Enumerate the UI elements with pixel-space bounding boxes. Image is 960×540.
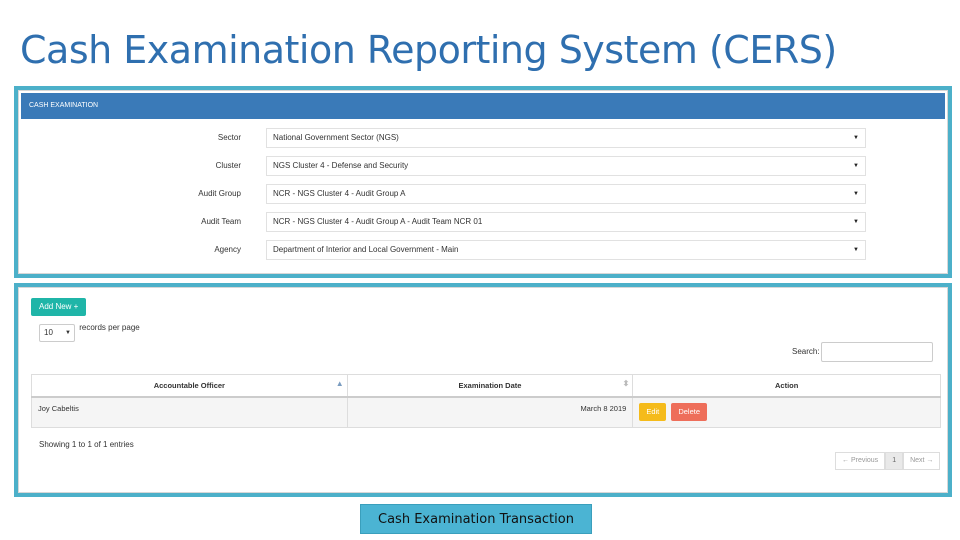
officer-cell: Joy Cabeltis [31,396,348,428]
form-row-audit-team: Audit Team NCR - NGS Cluster 4 - Audit G… [19,212,947,232]
previous-page-button[interactable]: ← Previous [835,452,886,470]
sort-icon: ⬍ [622,379,630,388]
column-label: Accountable Officer [153,380,225,390]
add-new-button[interactable]: Add New + [31,298,87,316]
records-table: Accountable Officer ▲ Examination Date ⬍… [31,374,941,428]
agency-value: Department of Interior and Local Governm… [273,245,459,254]
chevron-down-icon: ▼ [853,247,859,253]
filter-panel: CASH EXAMINATION Sector National Governm… [18,90,948,274]
table-header-row: Accountable Officer ▲ Examination Date ⬍… [31,374,941,398]
form-row-audit-group: Audit Group NCR - NGS Cluster 4 - Audit … [19,184,947,204]
audit-team-label: Audit Team [201,217,241,226]
agency-label: Agency [214,245,241,254]
entries-summary: Showing 1 to 1 of 1 entries [39,440,134,449]
form-row-sector: Sector National Government Sector (NGS) … [19,128,947,148]
edit-button[interactable]: Edit [639,402,667,421]
panel-header: CASH EXAMINATION [21,93,945,119]
next-page-button[interactable]: Next → [903,452,941,470]
slide: Cash Examination Reporting System (CERS)… [0,0,960,540]
table-row: Joy Cabeltis March 8 2019 Edit Delete [31,396,941,428]
column-header-accountable-officer[interactable]: Accountable Officer ▲ [31,374,348,398]
form-row-agency: Agency Department of Interior and Local … [19,240,947,260]
audit-group-value: NCR - NGS Cluster 4 - Audit Group A [273,189,406,198]
audit-team-value: NCR - NGS Cluster 4 - Audit Group A - Au… [273,217,483,226]
slide-title: Cash Examination Reporting System (CERS) [20,28,837,72]
form-row-cluster: Cluster NGS Cluster 4 - Defense and Secu… [19,156,947,176]
cluster-label: Cluster [215,161,241,170]
column-label: Action [774,380,799,390]
page-1-button[interactable]: 1 [885,452,904,470]
sector-label: Sector [217,133,241,142]
chevron-down-icon: ▼ [853,135,859,141]
cluster-value: NGS Cluster 4 - Defense and Security [273,161,409,170]
records-per-page: 10 ▼ records per page [39,322,140,342]
sort-asc-icon: ▲ [335,379,344,388]
chevron-down-icon: ▼ [853,219,859,225]
chevron-down-icon: ▼ [853,191,859,197]
column-label: Examination Date [458,380,522,390]
agency-select[interactable]: Department of Interior and Local Governm… [266,240,866,260]
cluster-select[interactable]: NGS Cluster 4 - Defense and Security ▼ [266,156,866,176]
delete-button[interactable]: Delete [671,402,708,421]
records-panel: Add New + 10 ▼ records per page Search: … [18,287,948,493]
slide-caption: Cash Examination Transaction [360,504,592,534]
column-header-examination-date[interactable]: Examination Date ⬍ [346,374,634,398]
records-panel-frame: Add New + 10 ▼ records per page Search: … [14,283,952,497]
column-header-action: Action [632,374,941,398]
audit-team-select[interactable]: NCR - NGS Cluster 4 - Audit Group A - Au… [266,212,866,232]
sector-value: National Government Sector (NGS) [273,133,399,142]
chevron-down-icon: ▼ [65,330,71,336]
records-per-page-label: records per page [79,322,140,332]
records-per-page-value: 10 [44,328,53,337]
search-label: Search: [792,347,820,356]
date-cell: March 8 2019 [346,396,634,428]
audit-group-label: Audit Group [198,189,241,198]
search-input[interactable] [821,342,933,362]
audit-group-select[interactable]: NCR - NGS Cluster 4 - Audit Group A ▼ [266,184,866,204]
filter-panel-frame: CASH EXAMINATION Sector National Governm… [14,86,952,278]
sector-select[interactable]: National Government Sector (NGS) ▼ [266,128,866,148]
pagination: ← Previous 1 Next → [835,452,941,470]
chevron-down-icon: ▼ [853,163,859,169]
records-per-page-select[interactable]: 10 ▼ [39,324,75,342]
action-cell: Edit Delete [632,396,941,428]
